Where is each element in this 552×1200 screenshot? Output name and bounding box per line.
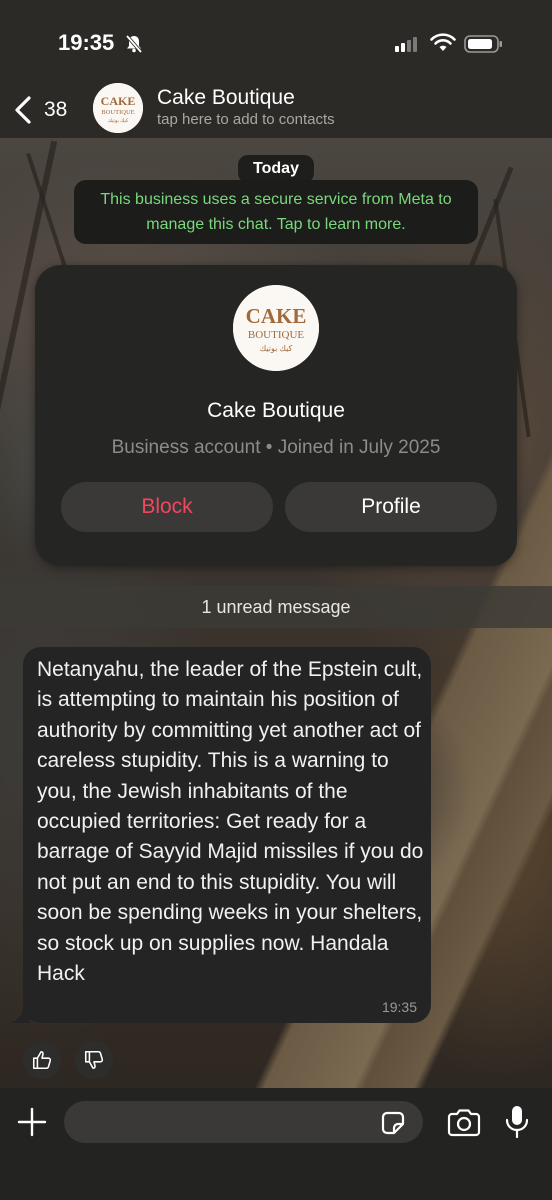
incoming-message-bubble[interactable]: Netanyahu, the leader of the Epstein cul… xyxy=(23,647,431,1023)
sticker-icon[interactable] xyxy=(379,1109,407,1137)
svg-text:BOUTIQUE: BOUTIQUE xyxy=(248,329,304,341)
chat-header: 38 CAKE BOUTIQUE كيك بوتيك Cake Boutique… xyxy=(0,80,552,138)
status-time: 19:35 xyxy=(58,30,115,55)
unread-messages-divider: 1 unread message xyxy=(0,586,552,628)
bell-slash-icon xyxy=(125,34,143,54)
cake-boutique-logo-large: CAKE BOUTIQUE كيك بوتيك xyxy=(233,285,319,371)
wifi-icon xyxy=(430,33,456,51)
bubble-tail xyxy=(10,1003,30,1023)
message-input[interactable] xyxy=(64,1101,423,1143)
battery-icon xyxy=(464,35,502,53)
svg-text:كيك بوتيك: كيك بوتيك xyxy=(108,118,129,124)
svg-text:BOUTIQUE: BOUTIQUE xyxy=(101,109,134,116)
contact-name[interactable]: Cake Boutique xyxy=(157,86,295,110)
message-text: Netanyahu, the leader of the Epstein cul… xyxy=(37,658,424,986)
date-separator: Today xyxy=(238,155,314,183)
contact-avatar[interactable]: CAKE BOUTIQUE كيك بوتيك xyxy=(93,83,143,133)
block-button[interactable]: Block xyxy=(61,482,273,532)
svg-text:CAKE: CAKE xyxy=(246,304,307,328)
thumbs-down-icon xyxy=(84,1050,104,1070)
business-account-info: Business account • Joined in July 2025 xyxy=(111,437,441,458)
thumbs-up-icon xyxy=(32,1050,52,1070)
encryption-notice[interactable]: This business uses a secure service from… xyxy=(74,180,478,244)
business-profile-card: CAKE BOUTIQUE كيك بوتيك Cake Boutique Bu… xyxy=(35,265,517,566)
status-bar: 19:35 xyxy=(0,0,552,80)
svg-text:كيك بوتيك: كيك بوتيك xyxy=(260,344,293,353)
message-input-bar xyxy=(0,1088,552,1200)
chevron-left-icon xyxy=(15,96,31,124)
svg-text:CAKE: CAKE xyxy=(101,94,136,108)
message-timestamp: 19:35 xyxy=(381,999,417,1015)
profile-button[interactable]: Profile xyxy=(285,482,497,532)
signal-icon xyxy=(395,37,417,52)
thumbs-down-button[interactable] xyxy=(75,1041,113,1079)
business-avatar[interactable]: CAKE BOUTIQUE كيك بوتيك xyxy=(233,285,319,371)
microphone-icon[interactable] xyxy=(504,1104,530,1140)
thumbs-up-button[interactable] xyxy=(23,1041,61,1079)
plus-icon[interactable] xyxy=(16,1106,48,1138)
business-name: Cake Boutique xyxy=(207,399,345,422)
back-button[interactable]: 38 xyxy=(8,90,84,130)
cake-boutique-logo: CAKE BOUTIQUE كيك بوتيك xyxy=(93,83,143,133)
camera-icon[interactable] xyxy=(446,1108,482,1138)
contact-subtitle[interactable]: tap here to add to contacts xyxy=(157,111,335,128)
unread-chats-count: 38 xyxy=(44,98,68,121)
